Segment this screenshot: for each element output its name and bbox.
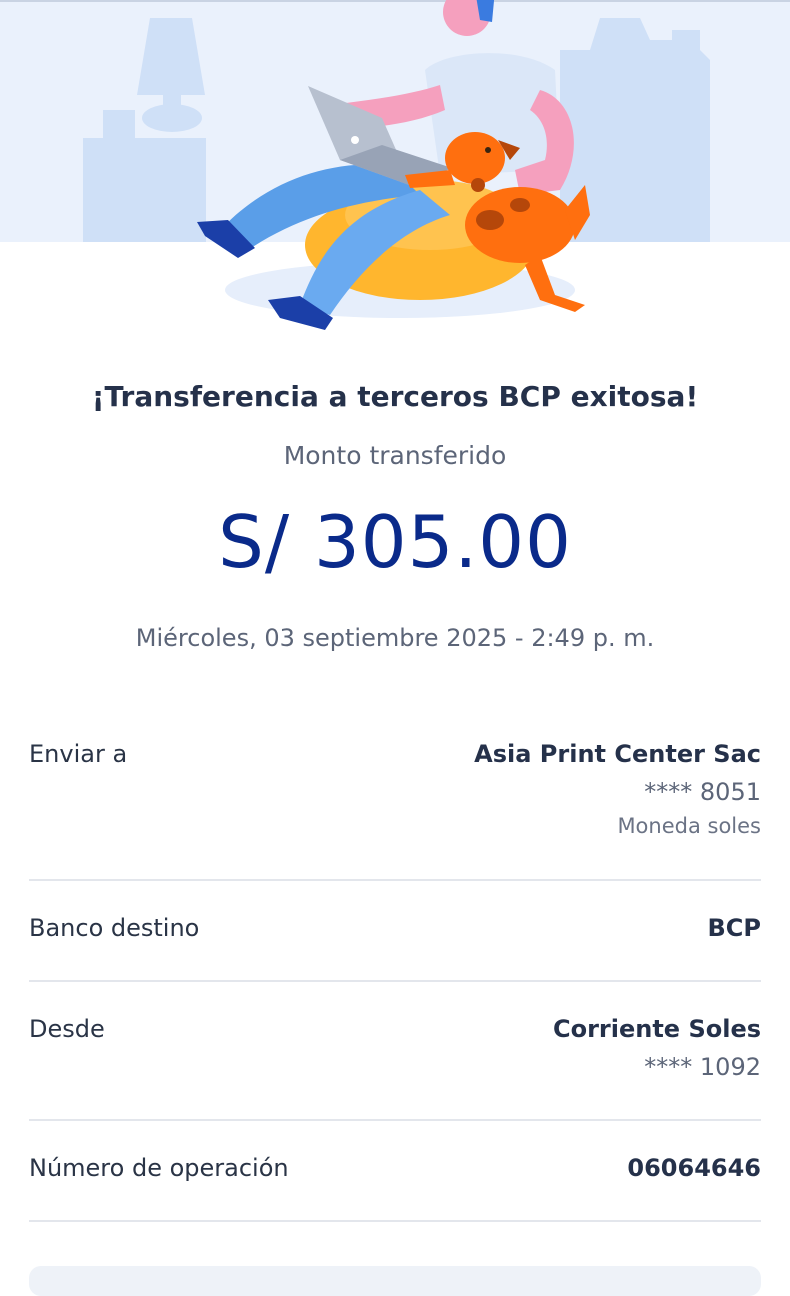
hero-illustration	[0, 0, 790, 340]
recipient-name: Asia Print Center Sac	[474, 740, 761, 768]
bank-value: BCP	[707, 914, 762, 942]
success-title: ¡Transferencia a terceros BCP exitosa!	[91, 380, 699, 413]
bottom-card	[29, 1266, 761, 1296]
operation-values: 06064646	[627, 1154, 761, 1182]
divider	[29, 879, 761, 881]
amount-label: Monto transferido	[283, 441, 507, 470]
transfer-amount: S/ 305.00	[218, 500, 572, 584]
send-to-values: Asia Print Center Sac **** 8051 Moneda s…	[474, 740, 761, 838]
bank-values: BCP	[708, 914, 762, 942]
transfer-datetime: Miércoles, 03 septiembre 2025 - 2:49 p. …	[135, 624, 655, 652]
source-account-type: Corriente Soles	[552, 1015, 761, 1043]
source-account: **** 1092	[644, 1053, 761, 1081]
divider	[29, 980, 761, 982]
send-to-label: Enviar a	[29, 740, 128, 768]
recipient-currency: Moneda soles	[617, 814, 761, 838]
person-with-laptop-and-dog-illustration	[0, 0, 790, 330]
operation-number: 06064646	[627, 1154, 761, 1182]
divider	[29, 1119, 761, 1121]
divider	[29, 1220, 761, 1222]
from-label: Desde	[29, 1015, 105, 1043]
from-values: Corriente Soles **** 1092	[553, 1015, 761, 1081]
bank-label: Banco destino	[29, 914, 200, 942]
operation-label: Número de operación	[29, 1154, 289, 1182]
recipient-account: **** 8051	[644, 778, 761, 806]
